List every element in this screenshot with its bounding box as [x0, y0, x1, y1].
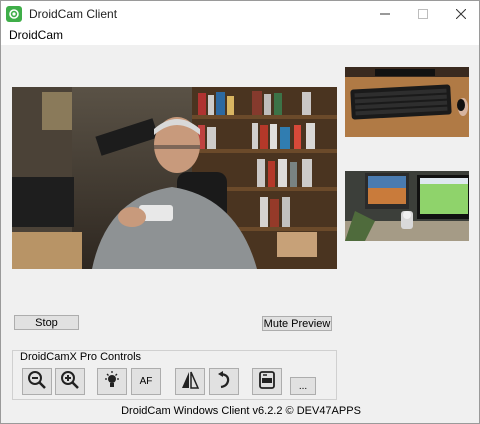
close-button[interactable]	[443, 1, 479, 27]
main-window: DroidCam Client DroidCam Stop Mute Previ…	[0, 0, 480, 424]
zoom-out-icon	[27, 370, 47, 393]
title-bar: DroidCam Client	[1, 1, 479, 27]
zoom-out-button[interactable]	[22, 368, 52, 395]
light-bulb-icon	[102, 370, 122, 393]
camera-thumbnail-desk[interactable]	[345, 171, 469, 241]
more-options-label: ...	[298, 380, 308, 392]
rotate-icon	[214, 370, 234, 393]
mute-preview-button[interactable]: Mute Preview	[262, 316, 332, 331]
autofocus-button[interactable]: AF	[131, 368, 161, 395]
minimize-button[interactable]	[367, 1, 403, 27]
screenshot-icon	[257, 370, 277, 393]
af-icon: AF	[139, 376, 153, 387]
flip-icon	[180, 370, 200, 393]
stop-button[interactable]: Stop	[14, 315, 79, 330]
rotate-button[interactable]	[209, 368, 239, 395]
flip-button[interactable]	[175, 368, 205, 395]
screenshot-button[interactable]	[252, 368, 282, 395]
window-title: DroidCam Client	[29, 7, 118, 21]
droidcam-app-icon	[6, 6, 22, 22]
camera-preview	[12, 87, 337, 269]
flash-button[interactable]	[97, 368, 127, 395]
zoom-in-button[interactable]	[55, 368, 85, 395]
pro-controls-title: DroidCamX Pro Controls	[19, 351, 143, 363]
more-options-button[interactable]: ...	[290, 377, 316, 395]
menu-droidcam[interactable]: DroidCam	[9, 28, 63, 42]
menu-bar: DroidCam	[1, 27, 479, 45]
footer-text: DroidCam Windows Client v6.2.2 © DEV47AP…	[121, 405, 361, 417]
camera-thumbnail-keyboard[interactable]	[345, 67, 469, 137]
zoom-in-icon	[60, 370, 80, 393]
maximize-button[interactable]	[405, 1, 441, 27]
